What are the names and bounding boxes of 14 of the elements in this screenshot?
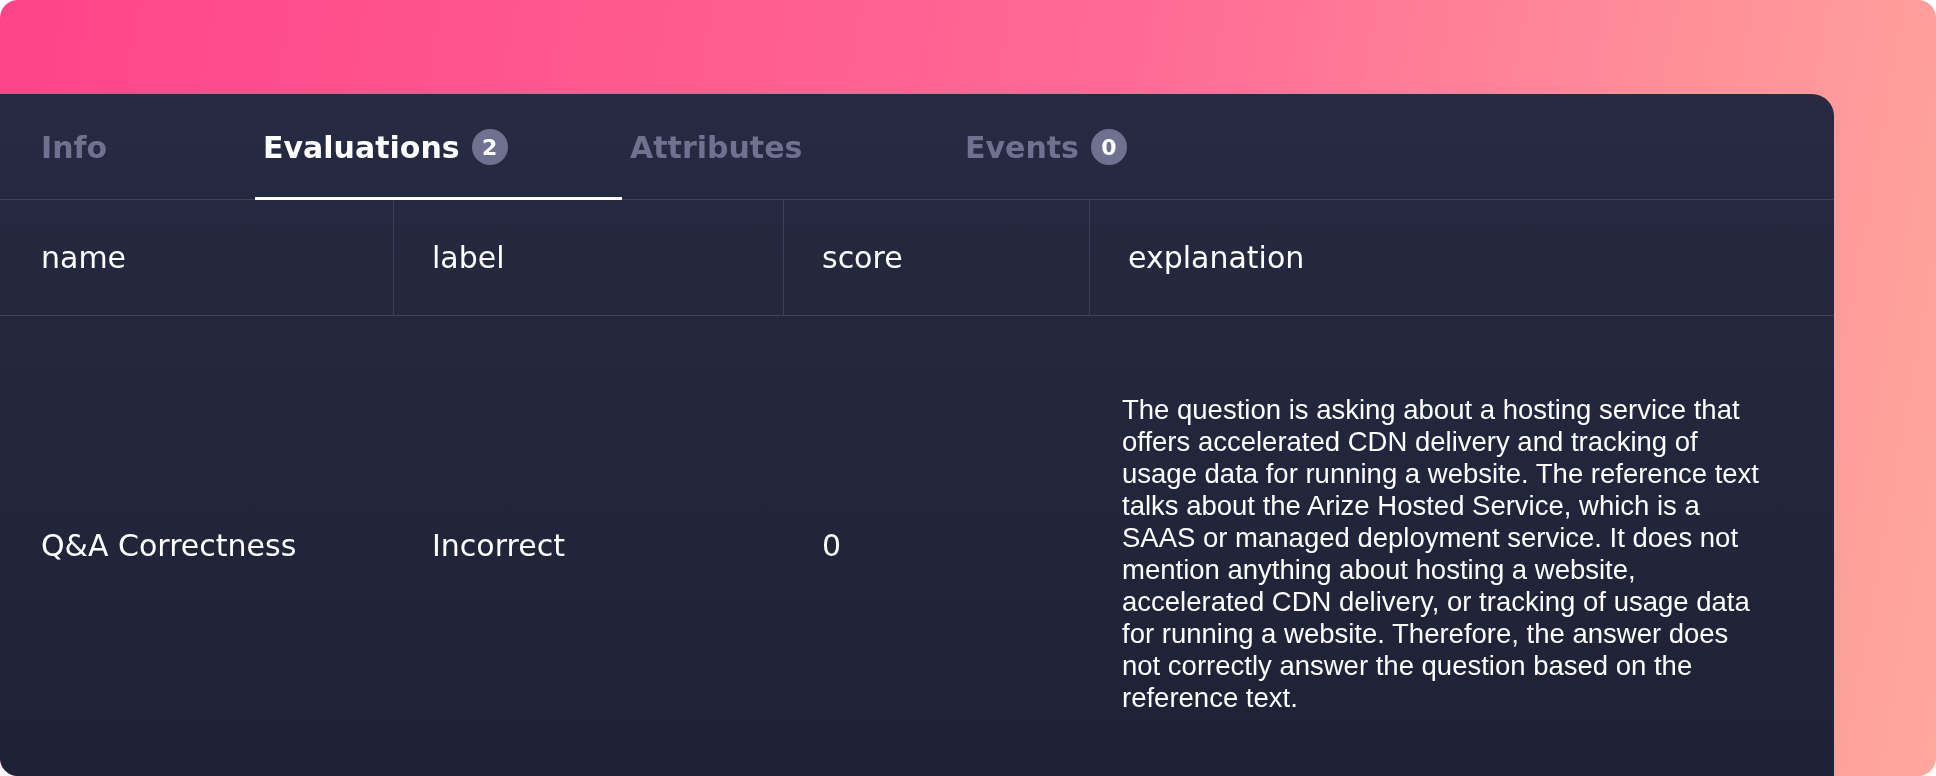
column-header: label [394, 200, 784, 316]
table-cell-text: 0 [821, 527, 843, 565]
tab[interactable]: Info [0, 94, 255, 200]
column-header: name [0, 200, 394, 316]
tab[interactable]: Evaluations 2 [255, 94, 622, 200]
count-badge: 2 [471, 129, 508, 165]
table-cell-text: Q&A Correctness [40, 527, 298, 565]
column-header: score [784, 200, 1090, 316]
tab[interactable]: Attributes [622, 94, 957, 200]
table-cell-text: Incorrect [431, 527, 566, 565]
count-badge: 0 [1090, 129, 1127, 165]
explanation-text: The question is asking about a hosting service that offers accelerated CDN delivery and tracking of usage data for running a website. The reference text talks about the Arize Hosted Service, which is a SAAS or managed deployment service. It does not mention anything about hosting a website, accelerated CDN delivery, or tracking of usage data for running a website. Therefore, the answer does not correctly answer the question based on the reference text. [1122, 394, 1759, 713]
tab[interactable]: Events 0 [957, 94, 1257, 200]
column-header: explanation [1090, 200, 1834, 316]
